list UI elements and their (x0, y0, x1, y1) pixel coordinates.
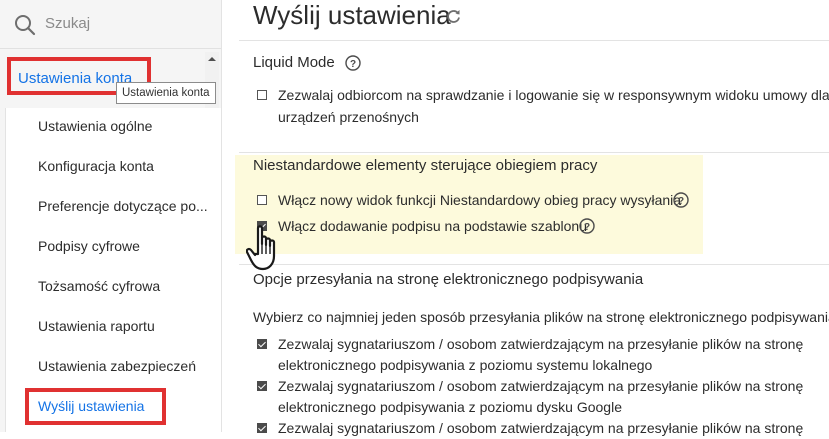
divider (239, 264, 829, 265)
liquid-mode-option-text: Zezwalaj odbiorcom na sprawdzanie i logo… (278, 87, 829, 103)
search-placeholder: Szukaj (45, 15, 91, 32)
help-icon[interactable]: ? (345, 55, 361, 71)
custom-workflow-heading: Niestandardowe elementy sterujące obiegi… (253, 157, 598, 174)
upload-third-option-label: Zezwalaj sygnatariuszom / osobom zatwier… (278, 420, 804, 436)
send-settings-annotation-box (25, 388, 166, 425)
upload-local-label-cont: elektronicznego podpisywania z poziomu s… (278, 357, 653, 373)
svg-text:?: ? (350, 59, 356, 70)
settings-submenu (5, 108, 221, 432)
upload-options-heading: Opcje przesyłania na stronę elektroniczn… (253, 271, 644, 288)
sidebar-item-general-settings[interactable]: Ustawienia ogólne (38, 118, 152, 134)
divider (239, 152, 829, 153)
custom-workflow-view-checkbox[interactable] (257, 195, 267, 205)
sidebar-item-digital-identity[interactable]: Tożsamość cyfrowa (38, 278, 160, 294)
template-signature-label: Włącz dodawanie podpisu na podstawie sza… (278, 218, 587, 234)
custom-workflow-view-label: Włącz nowy widok funkcji Niestandardowy … (278, 192, 682, 208)
liquid-mode-option-text-cont: urządzeń przenośnych (278, 109, 419, 125)
main-content: Wyślij ustawienia Liquid Mode ? Zezwalaj… (222, 0, 829, 436)
liquid-mode-checkbox[interactable] (257, 90, 267, 100)
sidebar-item-security-settings[interactable]: Ustawienia zabezpieczeń (38, 358, 196, 374)
upload-google-drive-checkbox[interactable] (257, 381, 267, 391)
liquid-mode-heading: Liquid Mode (253, 54, 335, 71)
sidebar-item-account-setup[interactable]: Konfiguracja konta (38, 158, 154, 174)
hand-cursor-icon (246, 225, 276, 271)
sidebar-item-report-settings[interactable]: Ustawienia raportu (38, 318, 155, 334)
search-icon (15, 15, 36, 36)
upload-google-drive-label: Zezwalaj sygnatariuszom / osobom zatwier… (278, 378, 804, 394)
svg-text:?: ? (584, 222, 590, 233)
svg-text:?: ? (678, 196, 684, 207)
account-link-tooltip: Ustawienia konta (116, 82, 216, 104)
scroll-up-arrow-icon[interactable] (205, 54, 219, 64)
sidebar-item-digital-signatures[interactable]: Podpisy cyfrowe (38, 238, 140, 254)
upload-options-description: Wybierz co najmniej jeden sposób przesył… (253, 309, 829, 325)
help-icon[interactable]: ? (673, 192, 689, 208)
refresh-icon[interactable] (445, 8, 462, 25)
upload-google-drive-label-cont: elektronicznego podpisywania z poziomu d… (278, 399, 622, 415)
page-title: Wyślij ustawienia (253, 0, 451, 30)
divider (239, 40, 829, 41)
upload-local-label: Zezwalaj sygnatariuszom / osobom zatwier… (278, 336, 804, 352)
upload-local-checkbox[interactable] (257, 339, 267, 349)
search-box[interactable]: Szukaj (0, 0, 221, 49)
help-icon[interactable]: ? (579, 218, 595, 234)
sidebar-item-preferences[interactable]: Preferencje dotyczące po... (38, 198, 208, 214)
